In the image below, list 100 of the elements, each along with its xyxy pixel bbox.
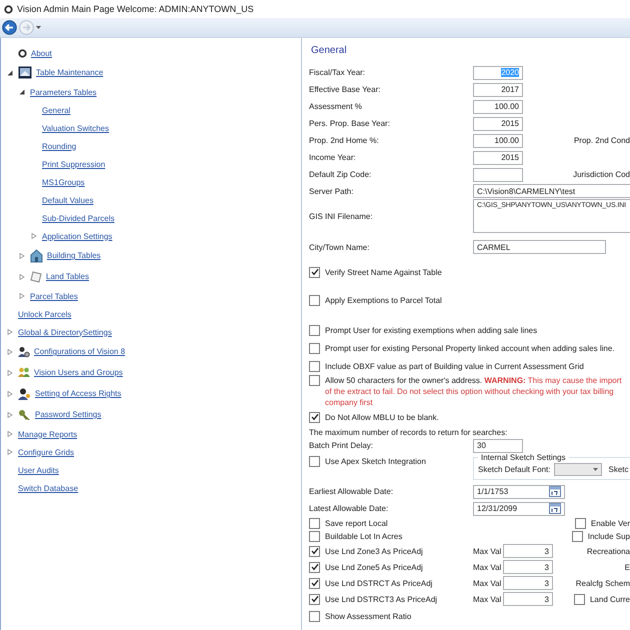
- number-field[interactable]: 2017: [473, 82, 523, 96]
- checkbox[interactable]: [309, 578, 320, 588]
- text-field[interactable]: C:\Vision8\CARMELNY\test: [473, 184, 630, 198]
- tree-link[interactable]: Sub-Divided Parcels: [42, 214, 114, 222]
- checkbox[interactable]: [309, 360, 320, 372]
- checkbox-label: Use Lnd DSTRCT As PriceAdj: [325, 578, 432, 588]
- field-label: Realcfg Schem: [576, 578, 630, 588]
- checkbox[interactable]: [572, 531, 583, 542]
- tree-link[interactable]: User Audits: [18, 466, 59, 474]
- tree-link[interactable]: About: [31, 48, 52, 58]
- picture-icon: [18, 66, 32, 79]
- checkbox-label: Use Lnd Zone5 As PriceAdj: [325, 562, 423, 572]
- tree-link[interactable]: Manage Reports: [18, 430, 78, 438]
- expand-arrow-icon[interactable]: [7, 70, 13, 76]
- checkbox-label: Use Lnd Zone3 As PriceAdj: [325, 546, 423, 556]
- date-field[interactable]: 1/1/1753: [473, 484, 565, 498]
- tree-link[interactable]: Configurations of Vision 8: [34, 347, 126, 356]
- text-field[interactable]: 30: [473, 438, 523, 452]
- checkbox[interactable]: [309, 546, 320, 556]
- checkbox[interactable]: [309, 531, 320, 542]
- number-field[interactable]: 100.00: [473, 134, 523, 148]
- checkbox-label: Land Curre: [590, 594, 630, 604]
- checkbox-label: Verify Street Name Against Table: [325, 268, 442, 276]
- group-title: Internal Sketch Settings: [480, 453, 566, 462]
- checkbox-label: Enable Ver: [590, 519, 630, 528]
- field-label: Pers. Prop. Base Year:: [309, 119, 391, 128]
- checkbox[interactable]: [574, 594, 585, 604]
- tree-link[interactable]: MS1Groups: [42, 178, 85, 186]
- tree-link[interactable]: Table Maintenance: [36, 68, 104, 77]
- tree-link[interactable]: Setting of Access Rights: [35, 389, 122, 398]
- tree-link[interactable]: Rounding: [42, 142, 76, 150]
- checkbox[interactable]: [309, 456, 320, 467]
- field-label: GIS INI Filename:: [309, 212, 374, 221]
- checkbox[interactable]: [309, 342, 320, 354]
- tree-link[interactable]: Building Tables: [47, 251, 101, 260]
- note-text: The maximum number of records to return for searches:: [309, 428, 508, 436]
- window-title: Vision Admin Main Page Welcome: ADMIN:ANYTOWN_US: [17, 4, 254, 14]
- checkbox[interactable]: [309, 610, 320, 622]
- field-label: Fiscal/Tax Year:: [309, 68, 366, 77]
- field-label: Jurisdiction Cod: [573, 170, 630, 179]
- field-label: Max Val: [473, 562, 502, 572]
- field-label: City/Town Name:: [309, 242, 370, 252]
- checkbox-label: Buildable Lot In Acres: [325, 532, 402, 541]
- house-icon: [30, 248, 43, 262]
- number-field[interactable]: 3: [503, 560, 553, 574]
- checkbox[interactable]: [309, 594, 320, 604]
- number-field[interactable]: 2015: [473, 150, 523, 164]
- number-field[interactable]: 3: [503, 544, 553, 558]
- number-field[interactable]: 100.00: [473, 100, 523, 114]
- field-label: Recreationa: [586, 546, 630, 556]
- tree-link[interactable]: Vision Users and Groups: [34, 368, 123, 377]
- checkbox-label: Allow 50 characters for the owner's address. WARNING: This may cause the import of the extract to fail. Do not select this option without checking with your tax billing company first: [325, 375, 623, 408]
- tree-link[interactable]: Land Tables: [46, 272, 89, 281]
- text-field[interactable]: CARMEL: [473, 240, 606, 254]
- checkbox[interactable]: [309, 266, 320, 278]
- number-field[interactable]: [473, 168, 523, 182]
- number-field[interactable]: 3: [503, 592, 553, 606]
- number-field[interactable]: 2015: [473, 116, 523, 130]
- tree-link[interactable]: Valuation Switches: [42, 124, 109, 132]
- expand-arrow-icon[interactable]: [19, 89, 25, 95]
- tree-link[interactable]: Switch Database: [18, 484, 78, 492]
- field-label: Max Val: [473, 578, 502, 588]
- tree-link[interactable]: Configure Grids: [18, 448, 74, 456]
- checkbox[interactable]: [309, 412, 320, 422]
- checkbox-label: Save report Local: [325, 519, 388, 528]
- font-dropdown[interactable]: [554, 462, 602, 476]
- calendar-icon[interactable]: [549, 486, 561, 497]
- field-label: Server Path:: [309, 186, 354, 196]
- checkbox-label: Do Not Allow MBLU to be blank.: [325, 412, 439, 422]
- tree-link[interactable]: General: [42, 106, 70, 114]
- checkbox[interactable]: [309, 375, 320, 386]
- tree-link[interactable]: Parameters Tables: [30, 88, 97, 96]
- number-field[interactable]: 3: [503, 576, 553, 590]
- checkbox[interactable]: [309, 324, 320, 336]
- checkbox[interactable]: [309, 562, 320, 572]
- checkbox[interactable]: [309, 294, 320, 306]
- tree-link[interactable]: Unlock Parcels: [18, 310, 72, 318]
- field-label: Prop. 2nd Home %:: [309, 136, 380, 145]
- checkbox-label: Apply Exemptions to Parcel Total: [325, 296, 442, 304]
- users-gear-icon: [18, 346, 30, 358]
- tree-link[interactable]: Default Values: [42, 196, 94, 204]
- back-button[interactable]: [2, 20, 17, 35]
- calendar-icon[interactable]: [549, 503, 561, 514]
- checkbox[interactable]: [309, 518, 320, 529]
- tree-link[interactable]: Global & DirectorySettings: [18, 328, 112, 336]
- field-label: Assessment %: [309, 102, 363, 111]
- person-key-icon: [18, 388, 31, 400]
- tree-link[interactable]: Application Settings: [42, 232, 112, 240]
- checkbox[interactable]: [574, 518, 586, 529]
- checkbox-label: Include Sup: [588, 532, 630, 541]
- tree-link[interactable]: Print Suppression: [42, 160, 106, 168]
- caret-icon[interactable]: [36, 26, 41, 29]
- page-heading: General: [311, 45, 348, 56]
- field-label: Sketc: [608, 464, 628, 474]
- field-label: Default Zip Code:: [309, 170, 372, 179]
- date-field[interactable]: 12/31/2099: [473, 502, 565, 516]
- checkbox-label: Include OBXF value as part of Building value in Current Assessment Grid: [325, 362, 584, 370]
- tree-link[interactable]: Parcel Tables: [30, 292, 78, 300]
- tree-link[interactable]: Password Settings: [35, 410, 102, 419]
- document-icon: [30, 270, 42, 282]
